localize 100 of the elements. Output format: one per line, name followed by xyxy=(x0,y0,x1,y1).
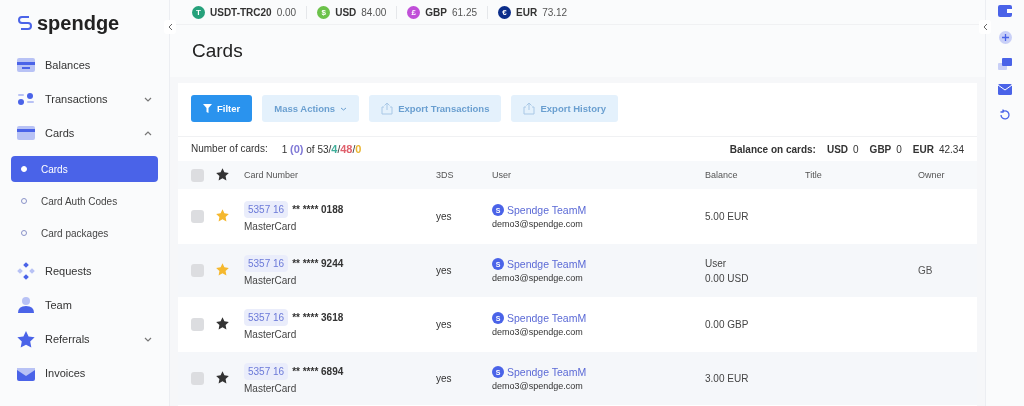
cards-icon[interactable] xyxy=(998,58,1012,70)
user-email: demo3@spendge.com xyxy=(492,381,584,391)
card-number: ** **** 9244 xyxy=(292,258,344,269)
currency-amount: 73.12 xyxy=(542,6,568,18)
column-header: Owner xyxy=(918,170,946,180)
currency-amount: 0.00 xyxy=(276,6,297,18)
star-icon xyxy=(17,330,35,348)
dots-icon xyxy=(17,92,35,106)
chevron-left-icon[interactable] xyxy=(982,23,988,31)
star-icon[interactable] xyxy=(216,371,229,384)
table-cell-text: 5.00 EUR xyxy=(705,211,750,222)
currency-code: USD xyxy=(826,143,849,155)
card-brand: MasterCard xyxy=(244,329,298,340)
column-header: 3DS xyxy=(436,170,455,180)
card-icon xyxy=(17,126,35,140)
currency-badge: £ xyxy=(407,5,421,19)
mail-icon xyxy=(17,365,35,381)
sidebar-item[interactable]: Balances xyxy=(11,48,158,82)
page-title: Cards xyxy=(192,40,243,62)
card-bin: 5357 16 xyxy=(244,201,289,218)
user-link[interactable]: Spendge TeamM xyxy=(507,258,587,270)
user-email: demo3@spendge.com xyxy=(492,327,584,337)
currency-badge: $ xyxy=(317,5,331,19)
chevron-icon[interactable] xyxy=(144,96,152,102)
checkbox[interactable] xyxy=(191,210,204,223)
currency-amount: 0 xyxy=(896,143,902,155)
chevron-icon[interactable] xyxy=(144,336,152,342)
card-brand: MasterCard xyxy=(244,275,298,286)
currency-amount: 61.25 xyxy=(452,6,477,18)
column-header: Title xyxy=(805,170,823,180)
currency-code: USDT-TRC20 xyxy=(210,6,272,18)
checkbox[interactable] xyxy=(191,372,204,385)
user-email: demo3@spendge.com xyxy=(492,273,584,283)
sidebar-subitem[interactable]: Cards xyxy=(11,156,158,182)
table-cell-text: GB xyxy=(918,265,934,276)
currency-code: EUR xyxy=(516,6,538,18)
table-cell-text: 0.00 GBP xyxy=(705,319,750,330)
currency-amount: 84.00 xyxy=(361,6,387,18)
checkbox[interactable] xyxy=(191,168,204,182)
card-number: ** **** 6894 xyxy=(292,366,344,377)
sidebar-item[interactable]: Cards xyxy=(11,116,158,150)
currency-amount: 42.34 xyxy=(938,143,964,155)
wallet-icon xyxy=(17,58,35,72)
upload-icon xyxy=(523,102,536,115)
column-header: User xyxy=(492,170,512,180)
currency-code: GBP xyxy=(425,6,447,18)
sidebar-item[interactable]: Referrals xyxy=(11,322,158,356)
table-cell-text: yes xyxy=(436,211,453,222)
chevron-left-icon[interactable] xyxy=(167,23,173,31)
card-bin: 5357 16 xyxy=(244,309,289,326)
user-link[interactable]: Spendge TeamM xyxy=(507,312,587,324)
card-number: ** **** 3618 xyxy=(292,312,344,323)
sidebar-subitem[interactable]: Card packages xyxy=(11,220,158,246)
mail-icon[interactable] xyxy=(998,84,1012,95)
star-icon[interactable] xyxy=(216,263,229,276)
table-cell-text: yes xyxy=(436,373,453,384)
currency-badge: € xyxy=(498,5,511,19)
column-header: Balance xyxy=(705,170,739,180)
caret-icon xyxy=(340,106,348,111)
filter-icon xyxy=(203,104,212,113)
sidebar-item[interactable]: Team xyxy=(11,288,158,322)
table-cell-text: 0.00 USD xyxy=(705,272,750,284)
user-link[interactable]: Spendge TeamM xyxy=(507,366,587,378)
star-icon[interactable] xyxy=(216,209,229,222)
currency-code: EUR xyxy=(912,143,934,155)
table-cell-text: User xyxy=(705,257,728,269)
table-cell-text: yes xyxy=(436,265,453,276)
logo-icon xyxy=(17,15,33,31)
diamonds-icon xyxy=(17,262,35,280)
logo-text: spendge xyxy=(37,11,120,35)
currency-amount: 0 xyxy=(853,143,859,155)
star-icon[interactable] xyxy=(216,317,229,330)
user-link[interactable]: Spendge TeamM xyxy=(507,204,587,216)
currency-badge: T xyxy=(192,5,205,19)
card-bin: 5357 16 xyxy=(244,255,289,272)
currency-code: USD xyxy=(335,6,357,18)
sidebar-item[interactable]: Requests xyxy=(11,254,158,288)
person-icon xyxy=(17,297,35,313)
refresh-icon[interactable] xyxy=(999,109,1011,121)
count-label: Number of cards: xyxy=(191,143,268,155)
card-brand: MasterCard xyxy=(244,383,298,394)
card-number: ** **** 0188 xyxy=(292,204,344,215)
card-count: 1 (0) of 53/4/48/0 xyxy=(281,143,362,155)
wallet-icon[interactable] xyxy=(998,5,1012,17)
card-brand: MasterCard xyxy=(244,221,298,232)
upload-icon xyxy=(381,102,394,115)
table-cell-text: yes xyxy=(436,319,453,330)
plus-icon[interactable] xyxy=(998,31,1012,44)
star-icon[interactable] xyxy=(216,167,229,181)
sidebar-item[interactable]: Transactions xyxy=(11,82,158,116)
user-email: demo3@spendge.com xyxy=(492,219,584,229)
currency-code: GBP xyxy=(869,143,892,155)
checkbox[interactable] xyxy=(191,264,204,277)
sidebar-item[interactable]: Invoices xyxy=(11,356,158,390)
table-cell-text: 3.00 EUR xyxy=(705,373,750,384)
column-header: Card Number xyxy=(244,170,300,180)
balance-label: Balance on cards: xyxy=(729,143,816,155)
chevron-icon[interactable] xyxy=(144,130,152,136)
sidebar-subitem[interactable]: Card Auth Codes xyxy=(11,188,158,214)
checkbox[interactable] xyxy=(191,318,204,331)
